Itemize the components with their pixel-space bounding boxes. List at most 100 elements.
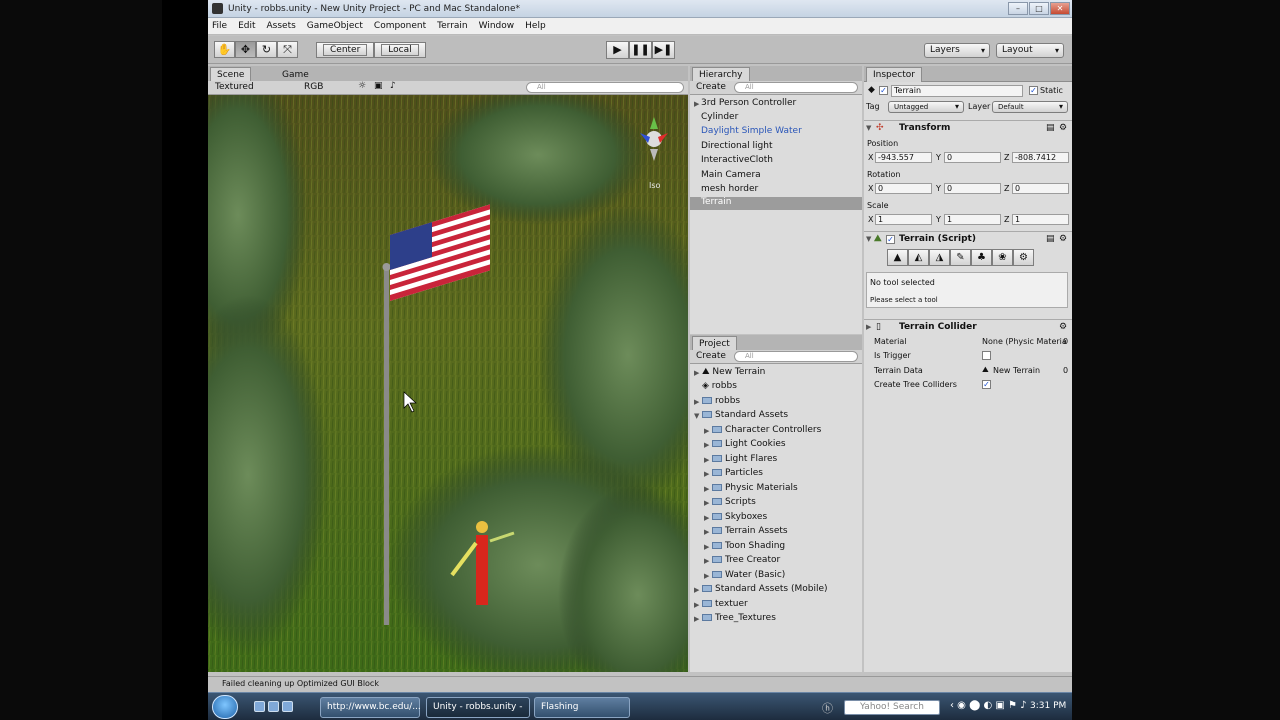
material-picker-dot[interactable]: 0 bbox=[1063, 337, 1068, 346]
tab-hierarchy[interactable]: Hierarchy bbox=[692, 67, 750, 82]
project-folder[interactable]: Light Flares bbox=[712, 454, 777, 464]
tab-game[interactable]: Game bbox=[276, 67, 315, 82]
color-mode-dropdown[interactable]: RGB bbox=[304, 82, 323, 92]
component-gear-icon[interactable]: ⚙ bbox=[1059, 234, 1067, 244]
rotation-x-input[interactable]: 0 bbox=[875, 183, 932, 194]
layout-dropdown[interactable]: Layout bbox=[996, 43, 1064, 58]
browser-icon[interactable] bbox=[282, 701, 293, 712]
smooth-height-icon[interactable]: ◮ bbox=[929, 249, 950, 266]
active-checkbox[interactable]: ✓ bbox=[879, 86, 888, 95]
expand-arrow-icon[interactable]: ▶ bbox=[704, 528, 709, 536]
expand-arrow-icon[interactable]: ▶ bbox=[704, 543, 709, 551]
component-gear-icon[interactable]: ⚙ bbox=[1059, 322, 1067, 332]
place-trees-icon[interactable]: ♣ bbox=[971, 249, 992, 266]
collapse-arrow-icon[interactable]: ▼ bbox=[866, 124, 871, 132]
expand-arrow-icon[interactable]: ▶ bbox=[704, 499, 709, 507]
step-button[interactable]: ▶❚ bbox=[652, 41, 675, 59]
expand-arrow-icon[interactable]: ▶ bbox=[704, 514, 709, 522]
taskbar-unity-window[interactable]: Unity - robbs.unity - ... bbox=[426, 697, 530, 718]
tab-inspector[interactable]: Inspector bbox=[866, 67, 922, 82]
menu-assets[interactable]: Assets bbox=[267, 21, 296, 31]
expand-arrow-icon[interactable]: ▶ bbox=[694, 601, 699, 609]
project-folder[interactable]: Light Cookies bbox=[712, 439, 786, 449]
menu-help[interactable]: Help bbox=[525, 21, 546, 31]
position-z-input[interactable]: -808.7412 bbox=[1012, 152, 1069, 163]
project-folder[interactable]: Standard Assets bbox=[702, 410, 788, 420]
paint-texture-icon[interactable]: ✎ bbox=[950, 249, 971, 266]
play-button[interactable]: ▶ bbox=[606, 41, 629, 59]
hierarchy-item[interactable]: Directional light bbox=[701, 141, 772, 151]
start-button[interactable] bbox=[212, 695, 238, 719]
hierarchy-item[interactable]: 3rd Person Controller bbox=[701, 98, 796, 108]
menu-gameobject[interactable]: GameObject bbox=[307, 21, 363, 31]
hierarchy-item[interactable]: mesh horder bbox=[701, 184, 758, 194]
raise-lower-terrain-icon[interactable]: ▲ bbox=[887, 249, 908, 266]
transform-header[interactable]: ▼ ✣ Transform ▤ ⚙ bbox=[864, 120, 1072, 135]
collapse-arrow-icon[interactable]: ▼ bbox=[694, 412, 699, 420]
tab-project[interactable]: Project bbox=[692, 336, 737, 351]
minimize-button[interactable]: – bbox=[1008, 2, 1028, 15]
yahoo-search-input[interactable]: Yahoo! Search bbox=[844, 700, 940, 715]
expand-arrow-icon[interactable]: ▶ bbox=[694, 100, 699, 108]
object-name-input[interactable]: Terrain bbox=[891, 85, 1023, 97]
terrain-enabled-checkbox[interactable]: ✓ bbox=[886, 235, 895, 244]
terrain-data-picker-dot[interactable]: 0 bbox=[1063, 366, 1068, 375]
tab-scene[interactable]: Scene bbox=[210, 67, 252, 82]
project-search-input[interactable]: All bbox=[734, 351, 858, 362]
taskbar-flashing-window[interactable]: Flashing bbox=[534, 697, 630, 718]
collapse-arrow-icon[interactable]: ▶ bbox=[866, 323, 871, 331]
project-folder[interactable]: Physic Materials bbox=[712, 483, 798, 493]
menu-component[interactable]: Component bbox=[374, 21, 426, 31]
expand-arrow-icon[interactable]: ▶ bbox=[704, 485, 709, 493]
menu-window[interactable]: Window bbox=[479, 21, 515, 31]
scale-x-input[interactable]: 1 bbox=[875, 214, 932, 225]
close-button[interactable]: ✕ bbox=[1050, 2, 1070, 15]
project-folder[interactable]: Terrain Assets bbox=[712, 526, 788, 536]
project-folder[interactable]: Tree_Textures bbox=[702, 613, 776, 623]
collapse-arrow-icon[interactable]: ▼ bbox=[866, 235, 871, 243]
expand-arrow-icon[interactable]: ▶ bbox=[694, 369, 699, 377]
rotate-tool-button[interactable]: ↻ bbox=[256, 41, 277, 58]
tree-colliders-checkbox[interactable]: ✓ bbox=[982, 380, 991, 389]
rotation-y-input[interactable]: 0 bbox=[944, 183, 1001, 194]
maximize-button[interactable]: □ bbox=[1029, 2, 1049, 15]
expand-arrow-icon[interactable]: ▶ bbox=[704, 441, 709, 449]
component-gear-icon[interactable]: ⚙ bbox=[1059, 123, 1067, 133]
expand-arrow-icon[interactable]: ▶ bbox=[704, 470, 709, 478]
hierarchy-create-button[interactable]: Create bbox=[696, 82, 726, 92]
static-checkbox[interactable]: ✓ bbox=[1029, 86, 1038, 95]
tray-icons[interactable]: ‹ ◉ ⬤ ◐ ▣ ⚑ ♪ bbox=[950, 700, 1027, 711]
scene-search-input[interactable]: All bbox=[526, 82, 684, 93]
expand-arrow-icon[interactable]: ▶ bbox=[694, 398, 699, 406]
menu-file[interactable]: File bbox=[212, 21, 227, 31]
position-y-input[interactable]: 0 bbox=[944, 152, 1001, 163]
project-folder[interactable]: robbs bbox=[702, 396, 740, 406]
project-item[interactable]: ⛰ New Terrain bbox=[702, 367, 765, 377]
pivot-center-button[interactable]: Center bbox=[316, 42, 375, 58]
taskbar-browser-window[interactable]: http://www.bc.edu/... bbox=[320, 697, 421, 718]
audio-toggle-icon[interactable]: ♪ bbox=[390, 81, 396, 91]
layers-dropdown[interactable]: Layers bbox=[924, 43, 990, 58]
scale-y-input[interactable]: 1 bbox=[944, 214, 1001, 225]
terrain-collider-header[interactable]: ▶ ▯ Terrain Collider ⚙ bbox=[864, 319, 1072, 334]
position-x-input[interactable]: -943.557 bbox=[875, 152, 932, 163]
paint-height-icon[interactable]: ◭ bbox=[908, 249, 929, 266]
menu-edit[interactable]: Edit bbox=[238, 21, 255, 31]
move-tool-button[interactable]: ✥ bbox=[235, 41, 256, 58]
tag-dropdown[interactable]: Untagged bbox=[888, 101, 964, 113]
project-folder[interactable]: Scripts bbox=[712, 497, 756, 507]
scale-tool-button[interactable]: ⤧ bbox=[277, 41, 298, 58]
hierarchy-item[interactable]: Cylinder bbox=[701, 112, 738, 122]
expand-arrow-icon[interactable]: ▶ bbox=[694, 586, 699, 594]
hierarchy-item[interactable]: Daylight Simple Water bbox=[701, 126, 802, 136]
hierarchy-item[interactable]: Main Camera bbox=[701, 170, 761, 180]
help-book-icon[interactable]: ▤ bbox=[1046, 234, 1055, 244]
layer-dropdown[interactable]: Default bbox=[992, 101, 1068, 113]
pivot-local-button[interactable]: Local bbox=[374, 42, 426, 58]
rotation-z-input[interactable]: 0 bbox=[1012, 183, 1069, 194]
show-desktop-icon[interactable] bbox=[254, 701, 265, 712]
project-create-button[interactable]: Create bbox=[696, 351, 726, 361]
project-folder[interactable]: Water (Basic) bbox=[712, 570, 785, 580]
project-folder[interactable]: Toon Shading bbox=[712, 541, 785, 551]
hierarchy-item-selected[interactable]: Terrain bbox=[690, 197, 862, 210]
